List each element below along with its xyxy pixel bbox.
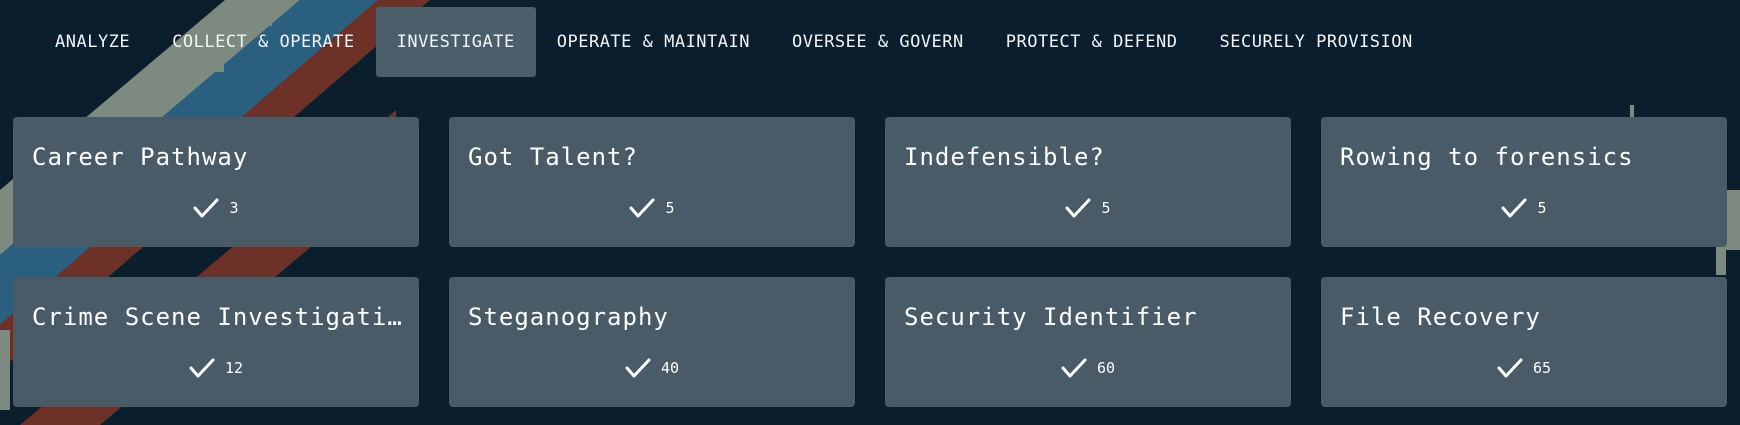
tab-investigate[interactable]: INVESTIGATE: [375, 7, 536, 77]
check-icon: [1061, 357, 1087, 379]
card-solves: 5: [1321, 197, 1727, 219]
solve-count: 60: [1096, 359, 1116, 377]
check-icon: [193, 197, 219, 219]
solve-count: 5: [1101, 199, 1111, 217]
tab-securely-provision[interactable]: SECURELY PROVISION: [1199, 7, 1434, 77]
challenge-card[interactable]: Security Identifier 60: [885, 277, 1291, 407]
check-icon: [189, 357, 215, 379]
solve-count: 40: [660, 359, 680, 377]
tab-analyze[interactable]: ANALYZE: [34, 7, 151, 77]
card-solves: 3: [13, 197, 419, 219]
card-solves: 40: [449, 357, 855, 379]
card-solves: 12: [13, 357, 419, 379]
check-icon: [1497, 357, 1523, 379]
tab-collect-operate[interactable]: COLLECT & OPERATE: [151, 7, 376, 77]
card-title: Security Identifier: [904, 303, 1198, 331]
category-nav: ANALYZE COLLECT & OPERATE INVESTIGATE OPERA…: [0, 7, 1434, 77]
check-icon: [1501, 197, 1527, 219]
card-title: File Recovery: [1340, 303, 1541, 331]
tab-operate-maintain[interactable]: OPERATE & MAINTAIN: [536, 7, 771, 77]
card-title: Steganography: [468, 303, 669, 331]
solve-count: 12: [224, 359, 244, 377]
challenge-card[interactable]: Indefensible? 5: [885, 117, 1291, 247]
card-title: Indefensible?: [904, 143, 1105, 171]
challenge-card[interactable]: Rowing to forensics 5: [1321, 117, 1727, 247]
card-solves: 5: [885, 197, 1291, 219]
solve-count: 65: [1532, 359, 1552, 377]
challenge-card[interactable]: File Recovery 65: [1321, 277, 1727, 407]
tab-oversee-govern[interactable]: OVERSEE & GOVERN: [771, 7, 985, 77]
check-icon: [629, 197, 655, 219]
challenge-card[interactable]: Got Talent? 5: [449, 117, 855, 247]
challenge-card[interactable]: Crime Scene Investigati… 12: [13, 277, 419, 407]
card-solves: 60: [885, 357, 1291, 379]
solve-count: 3: [229, 199, 239, 217]
solve-count: 5: [665, 199, 675, 217]
card-title: Rowing to forensics: [1340, 143, 1634, 171]
solve-count: 5: [1537, 199, 1547, 217]
challenge-card[interactable]: Career Pathway 3: [13, 117, 419, 247]
challenge-grid: Career Pathway 3 Got Talent? 5 Indefensible?…: [13, 117, 1727, 407]
check-icon: [625, 357, 651, 379]
card-title: Got Talent?: [468, 143, 638, 171]
card-solves: 65: [1321, 357, 1727, 379]
challenge-card[interactable]: Steganography 40: [449, 277, 855, 407]
card-solves: 5: [449, 197, 855, 219]
card-title: Career Pathway: [32, 143, 249, 171]
check-icon: [1065, 197, 1091, 219]
tab-protect-defend[interactable]: PROTECT & DEFEND: [985, 7, 1199, 77]
card-title: Crime Scene Investigati…: [32, 303, 402, 331]
